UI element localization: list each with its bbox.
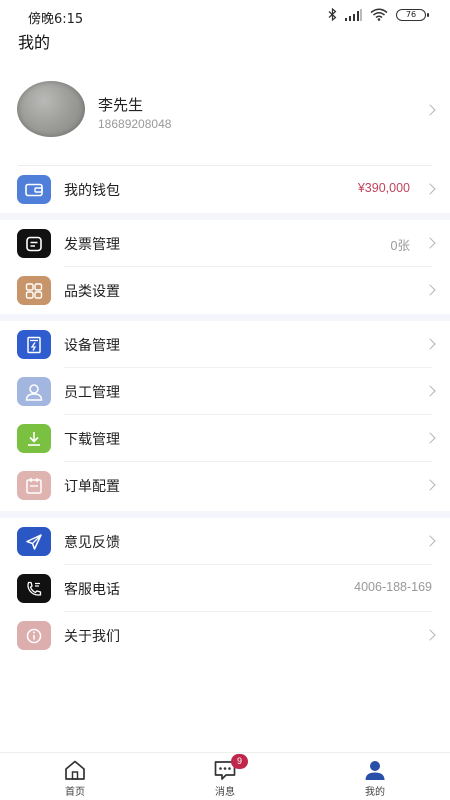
menu-item-device[interactable]: 设备管理: [0, 321, 450, 368]
menu-item-about[interactable]: 关于我们: [0, 612, 450, 659]
bluetooth-icon: [328, 8, 337, 21]
menu-item-category[interactable]: 品类设置: [0, 267, 450, 314]
profile-icon: [365, 761, 385, 780]
nav-mine-label: 我的: [365, 787, 385, 798]
send-icon: [17, 527, 51, 556]
chevron-right-icon: [424, 432, 436, 444]
battery-indicator: 76: [396, 8, 429, 21]
home-icon: [65, 760, 85, 780]
phone-icon: [17, 574, 51, 603]
menu-item-invoice[interactable]: 发票管理 0张: [0, 220, 450, 267]
profile-card[interactable]: 李先生 18689208048: [0, 72, 450, 148]
profile-name: 李先生: [98, 96, 144, 114]
nav-home-label: 首页: [65, 787, 85, 798]
menu-item-label: 品类设置: [64, 284, 120, 300]
menu-item-label: 设备管理: [64, 338, 120, 354]
menu-item-download[interactable]: 下载管理: [0, 415, 450, 462]
message-count-badge: 9: [231, 754, 248, 769]
menu-item-label: 客服电话: [64, 582, 120, 598]
status-time: 傍晚6:15: [28, 12, 84, 27]
chevron-right-icon: [424, 284, 436, 296]
page-title: 我的: [18, 33, 51, 52]
chevron-right-icon: [424, 104, 436, 116]
bottom-nav: 首页 9 消息 我的: [0, 752, 450, 800]
invoice-count: 0张: [390, 239, 410, 253]
service-phone-number[interactable]: 4006-188-169: [354, 580, 432, 594]
avatar[interactable]: [17, 81, 85, 137]
menu-item-order[interactable]: 订单配置: [0, 462, 450, 509]
chevron-right-icon: [424, 479, 436, 491]
wifi-icon: [370, 8, 388, 21]
invoice-icon: [17, 229, 51, 258]
menu-item-staff[interactable]: 员工管理: [0, 368, 450, 415]
chevron-right-icon: [424, 535, 436, 547]
nav-messages-label: 消息: [215, 787, 235, 798]
menu-item-label: 下载管理: [64, 432, 120, 448]
section-divider: [0, 314, 450, 321]
status-bar: 傍晚6:15 76: [0, 0, 450, 30]
info-icon: [17, 621, 51, 650]
menu-item-label: 我的钱包: [64, 183, 120, 199]
download-icon: [17, 424, 51, 453]
menu-item-label: 订单配置: [64, 479, 120, 495]
menu-item-label: 发票管理: [64, 237, 120, 253]
wallet-balance: ¥390,000: [357, 181, 410, 195]
device-icon: [17, 330, 51, 359]
menu-item-label: 意见反馈: [64, 535, 120, 551]
nav-mine[interactable]: 我的: [335, 759, 415, 798]
nav-messages[interactable]: 9 消息: [185, 754, 265, 798]
profile-phone: 18689208048: [98, 117, 172, 131]
menu-item-service[interactable]: 客服电话 4006-188-169: [0, 565, 450, 612]
chevron-right-icon: [424, 183, 436, 195]
menu-item-label: 员工管理: [64, 385, 120, 401]
chevron-right-icon: [424, 338, 436, 350]
user-icon: [17, 377, 51, 406]
section-divider: [0, 213, 450, 220]
signal-icon: [345, 8, 362, 21]
chevron-right-icon: [424, 629, 436, 641]
calendar-icon: [17, 471, 51, 500]
nav-home[interactable]: 首页: [35, 759, 115, 798]
menu-item-label: 关于我们: [64, 629, 120, 645]
grid-icon: [17, 276, 51, 305]
chevron-right-icon: [424, 237, 436, 249]
chevron-right-icon: [424, 385, 436, 397]
menu-item-feedback[interactable]: 意见反馈: [0, 518, 450, 565]
status-icons: 76: [328, 8, 429, 21]
section-divider: [0, 511, 450, 518]
menu-item-wallet[interactable]: 我的钱包 ¥390,000: [0, 166, 450, 213]
wallet-icon: [17, 175, 51, 204]
